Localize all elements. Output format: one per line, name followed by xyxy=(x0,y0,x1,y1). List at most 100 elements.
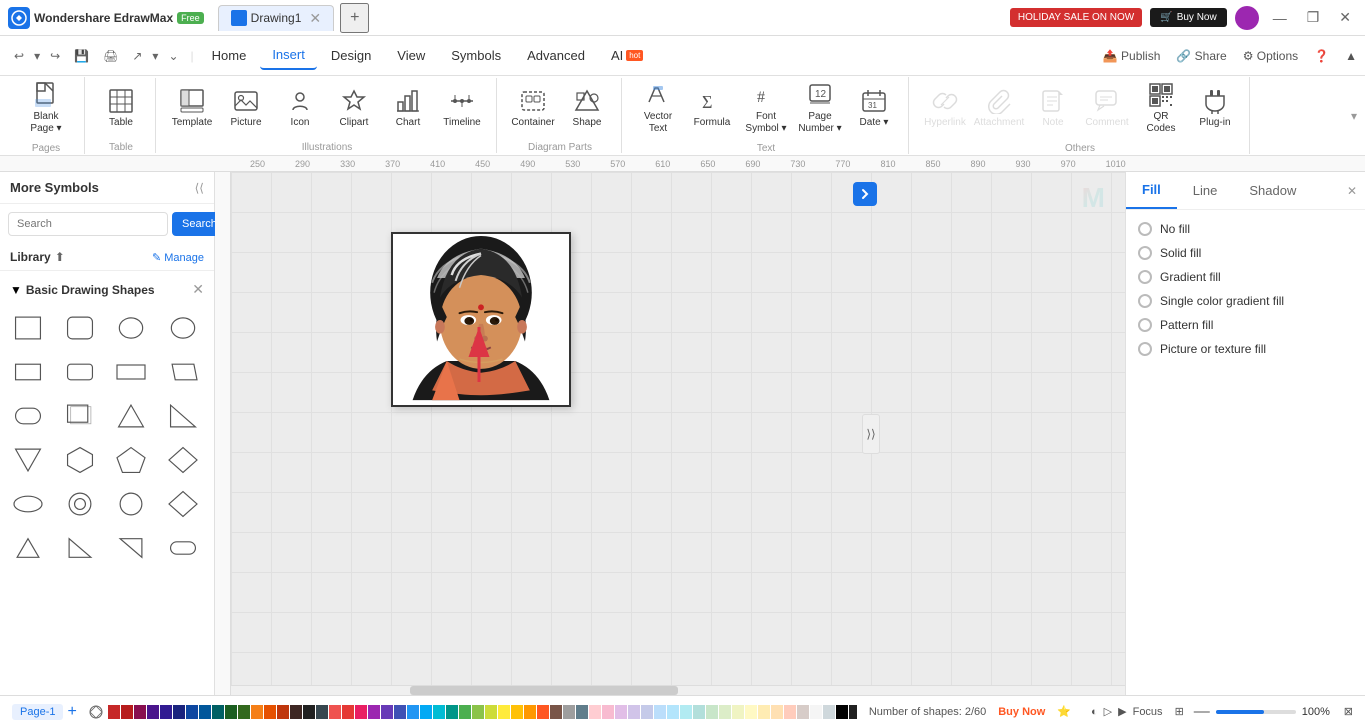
qr-codes-button[interactable]: QRCodes xyxy=(1135,77,1187,139)
library-expand-icon[interactable]: ⬆ xyxy=(55,250,65,264)
shape-right-triangle[interactable] xyxy=(161,396,205,436)
color-swatch[interactable] xyxy=(823,705,835,719)
timeline-button[interactable]: Timeline xyxy=(436,78,488,138)
color-swatch[interactable] xyxy=(407,705,419,719)
radio-solid[interactable] xyxy=(1138,246,1152,260)
shape-circle4[interactable] xyxy=(109,484,153,524)
radio-pattern[interactable] xyxy=(1138,318,1152,332)
color-swatch[interactable] xyxy=(368,705,380,719)
color-swatch[interactable] xyxy=(589,705,601,719)
hyperlink-button[interactable]: Hyperlink xyxy=(919,77,971,139)
export-icon[interactable]: ↗ xyxy=(126,45,148,67)
right-panel-close-button[interactable]: ✕ xyxy=(1339,176,1365,206)
radio-picture[interactable] xyxy=(1138,342,1152,356)
color-swatch[interactable] xyxy=(381,705,393,719)
color-swatch[interactable] xyxy=(108,705,120,719)
user-avatar[interactable] xyxy=(1235,6,1259,30)
color-swatch[interactable] xyxy=(615,705,627,719)
help-button[interactable]: ❓ xyxy=(1314,49,1329,63)
color-swatch[interactable] xyxy=(576,705,588,719)
shape-tri-right3[interactable] xyxy=(109,528,153,568)
radio-none[interactable] xyxy=(1138,222,1152,236)
color-swatch[interactable] xyxy=(446,705,458,719)
line-tab[interactable]: Line xyxy=(1177,173,1234,208)
shape-pentagon[interactable] xyxy=(109,440,153,480)
undo-icon[interactable]: ↩ xyxy=(8,45,30,67)
color-swatch[interactable] xyxy=(420,705,432,719)
color-swatch[interactable] xyxy=(680,705,692,719)
shape-rhombus[interactable] xyxy=(161,484,205,524)
fill-option-single-gradient[interactable]: Single color gradient fill xyxy=(1138,294,1353,308)
buy-now-title-button[interactable]: 🛒 Buy Now xyxy=(1150,8,1226,27)
add-tab-button[interactable]: + xyxy=(340,3,369,33)
save-icon[interactable]: 💾 xyxy=(68,45,95,67)
horizontal-scrollbar[interactable] xyxy=(231,685,1125,695)
color-swatch[interactable] xyxy=(459,705,471,719)
fill-option-none[interactable]: No fill xyxy=(1138,222,1353,236)
menu-advanced[interactable]: Advanced xyxy=(515,42,597,69)
search-input[interactable] xyxy=(8,212,168,236)
color-swatch[interactable] xyxy=(433,705,445,719)
color-swatch[interactable] xyxy=(147,705,159,719)
color-swatch[interactable] xyxy=(524,705,536,719)
shape-triangle[interactable] xyxy=(109,396,153,436)
theme-icon[interactable]: ◐ xyxy=(1091,706,1098,718)
options-button[interactable]: ⚙ Options xyxy=(1243,49,1298,63)
menu-symbols[interactable]: Symbols xyxy=(439,42,513,69)
color-swatch[interactable] xyxy=(654,705,666,719)
tab-close-icon[interactable]: ✕ xyxy=(309,10,321,27)
color-swatch[interactable] xyxy=(563,705,575,719)
undo-dropdown-icon[interactable]: ▾ xyxy=(32,45,42,67)
blank-page-button[interactable]: BlankPage ▾ xyxy=(16,77,76,139)
shape-button[interactable]: Shape xyxy=(561,78,613,138)
color-swatch[interactable] xyxy=(758,705,770,719)
shape-rect2[interactable] xyxy=(6,352,50,392)
shape-diamond[interactable] xyxy=(161,440,205,480)
fill-option-gradient[interactable]: Gradient fill xyxy=(1138,270,1353,284)
color-swatch[interactable] xyxy=(225,705,237,719)
shape-shadow-rect[interactable] xyxy=(58,396,102,436)
nav-arrow-icon[interactable] xyxy=(853,182,877,206)
color-swatch[interactable] xyxy=(550,705,562,719)
menu-insert[interactable]: Insert xyxy=(260,41,317,70)
color-swatch[interactable] xyxy=(160,705,172,719)
color-swatch[interactable] xyxy=(849,705,857,719)
font-symbol-button[interactable]: # FontSymbol ▾ xyxy=(740,77,792,139)
shape-small-tri[interactable] xyxy=(6,528,50,568)
color-swatch[interactable] xyxy=(628,705,640,719)
shape-tri-right2[interactable] xyxy=(58,528,102,568)
play-icon[interactable]: ▶ xyxy=(1118,705,1126,718)
color-swatch[interactable] xyxy=(238,705,250,719)
color-swatch[interactable] xyxy=(745,705,757,719)
toolbar-expand-button[interactable]: ▾ xyxy=(1351,109,1357,123)
color-swatch[interactable] xyxy=(732,705,744,719)
color-swatch[interactable] xyxy=(277,705,289,719)
color-swatch[interactable] xyxy=(693,705,705,719)
note-button[interactable]: Note xyxy=(1027,77,1079,139)
shape-oblong[interactable] xyxy=(161,528,205,568)
shape-rectangle[interactable] xyxy=(6,308,50,348)
color-swatch[interactable] xyxy=(290,705,302,719)
color-swatch[interactable] xyxy=(498,705,510,719)
shape-triangle-down[interactable] xyxy=(6,440,50,480)
zoom-track[interactable] xyxy=(1216,710,1296,714)
plug-in-button[interactable]: Plug-in xyxy=(1189,77,1241,139)
redo-icon[interactable]: ↪ xyxy=(44,45,66,67)
color-swatch[interactable] xyxy=(342,705,354,719)
shadow-tab[interactable]: Shadow xyxy=(1233,173,1312,208)
manage-link[interactable]: ✎ Manage xyxy=(152,251,204,264)
maximize-button[interactable]: ❐ xyxy=(1301,7,1326,28)
right-expand-button[interactable]: ⟩⟩ xyxy=(862,414,880,454)
color-swatch[interactable] xyxy=(303,705,315,719)
color-swatch[interactable] xyxy=(537,705,549,719)
color-swatch[interactable] xyxy=(641,705,653,719)
shape-circle[interactable] xyxy=(109,308,153,348)
color-swatch[interactable] xyxy=(329,705,341,719)
holiday-sale-button[interactable]: HOLIDAY SALE ON NOW xyxy=(1010,8,1142,27)
color-swatch[interactable] xyxy=(199,705,211,719)
export-dropdown-icon[interactable]: ▾ xyxy=(150,45,160,67)
shape-donut[interactable] xyxy=(58,484,102,524)
shape-stadium[interactable] xyxy=(6,396,50,436)
color-swatch[interactable] xyxy=(251,705,263,719)
shape-circle2[interactable] xyxy=(161,308,205,348)
